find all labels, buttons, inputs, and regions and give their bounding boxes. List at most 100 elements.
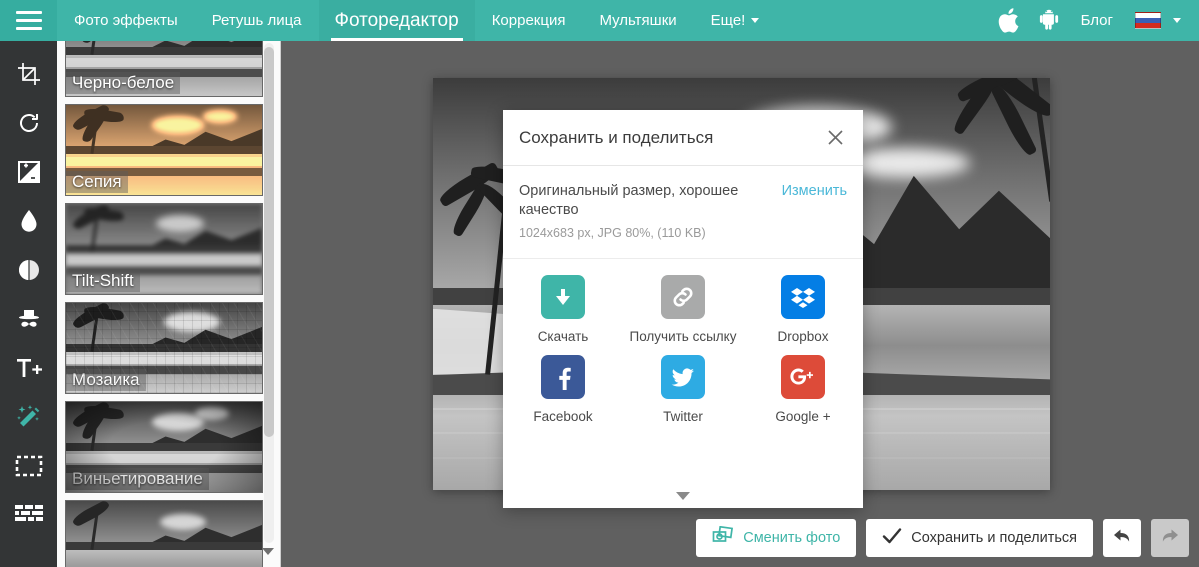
rotate-tool[interactable] — [0, 98, 57, 147]
undo-button[interactable] — [1103, 519, 1141, 557]
frame-icon — [15, 455, 43, 477]
palm-trunk — [90, 41, 99, 56]
share-label: Dropbox — [777, 329, 829, 344]
contrast-tool[interactable] — [0, 245, 57, 294]
nav-item-label: Фоторедактор — [334, 9, 459, 31]
filter-scroll-down-button[interactable] — [260, 543, 276, 559]
nav-item-cartoons[interactable]: Мультяшки — [582, 0, 693, 41]
hat-mustache-icon — [16, 307, 42, 331]
filter-preview — [66, 501, 262, 567]
nav-right-group: Блог — [991, 0, 1199, 41]
preview-cloud — [156, 214, 205, 232]
crop-icon — [17, 62, 41, 86]
chevron-down-icon — [751, 18, 760, 23]
droplet-icon — [18, 209, 40, 233]
top-navigation-bar: Фото эффекты Ретушь лица Фоторедактор Ко… — [0, 0, 1199, 41]
filter-item-sepia[interactable]: Сепия — [65, 104, 263, 196]
preview-cloud — [164, 312, 220, 332]
magic-wand-icon — [16, 404, 42, 430]
filter-panel-scrollbar[interactable] — [264, 43, 274, 543]
share-label: Facebook — [533, 409, 593, 424]
nav-item-face-retouch[interactable]: Ретушь лица — [195, 0, 319, 41]
share-facebook[interactable]: Facebook — [503, 355, 623, 425]
crop-tool[interactable] — [0, 49, 57, 98]
share-twitter[interactable]: Twitter — [623, 355, 743, 425]
photos-stack-icon — [712, 525, 734, 550]
scrollbar-thumb[interactable] — [264, 47, 274, 437]
share-label: Twitter — [663, 409, 703, 424]
blog-link[interactable]: Блог — [1071, 12, 1123, 29]
filter-label: Tilt-Shift — [66, 270, 140, 292]
nav-items: Фото эффекты Ретушь лица Фоторедактор Ко… — [57, 0, 776, 41]
change-size-link[interactable]: Изменить — [782, 182, 847, 199]
share-label: Получить ссылку — [629, 329, 737, 344]
effects-tool[interactable] — [0, 392, 57, 441]
check-icon — [882, 527, 902, 549]
exposure-icon — [17, 160, 41, 184]
preview-palm — [68, 501, 135, 561]
photo-palm-right — [890, 78, 1050, 235]
output-size-texts: Оригинальный размер, хорошее качество 10… — [519, 182, 782, 240]
chevron-down-icon — [1173, 18, 1181, 23]
change-photo-button[interactable]: Сменить фото — [696, 519, 857, 557]
nav-item-label: Мультяшки — [599, 12, 677, 29]
apple-icon[interactable] — [991, 0, 1027, 41]
share-dropbox[interactable]: Dropbox — [743, 275, 863, 345]
color-tool[interactable] — [0, 196, 57, 245]
hamburger-line — [15, 11, 42, 14]
filter-item-vignette[interactable]: Виньетирование — [65, 401, 263, 493]
android-icon[interactable] — [1031, 0, 1067, 41]
share-download[interactable]: Скачать — [503, 275, 623, 345]
textures-tool[interactable] — [0, 490, 57, 539]
filter-thumbnails-panel: Черно-белое Сепия Tilt-Shift Мозаика Вин… — [57, 41, 281, 567]
hamburger-line — [15, 19, 42, 22]
share-get-link[interactable]: Получить ссылку — [623, 275, 743, 345]
text-plus-icon — [15, 356, 43, 380]
save-and-share-button[interactable]: Сохранить и поделиться — [866, 519, 1093, 557]
chevron-down-icon — [262, 547, 274, 555]
filter-label: Сепия — [66, 171, 128, 193]
filter-item-next[interactable] — [65, 500, 263, 567]
share-options-grid: Скачать Получить ссылку Dropbox Facebook… — [503, 259, 863, 425]
language-selector[interactable] — [1127, 12, 1189, 29]
photo-editor-app: Фото эффекты Ретушь лица Фоторедактор Ко… — [0, 0, 1199, 567]
share-google-plus[interactable]: Google + — [743, 355, 863, 425]
redo-button[interactable] — [1151, 519, 1189, 557]
close-icon[interactable] — [821, 124, 849, 152]
nav-item-label: Фото эффекты — [74, 12, 178, 29]
dialog-header: Сохранить и поделиться — [503, 110, 863, 166]
filter-item-black-white[interactable]: Черно-белое — [65, 41, 263, 97]
google-plus-icon — [781, 355, 825, 399]
retouch-tool[interactable] — [0, 294, 57, 343]
frames-tool[interactable] — [0, 441, 57, 490]
facebook-icon — [541, 355, 585, 399]
text-tool[interactable] — [0, 343, 57, 392]
share-label: Google + — [775, 409, 831, 424]
nav-item-photo-editor[interactable]: Фоторедактор — [318, 0, 475, 41]
nav-item-photo-effects[interactable]: Фото эффекты — [57, 0, 195, 41]
nav-item-correction[interactable]: Коррекция — [475, 0, 583, 41]
filter-label: Виньетирование — [66, 468, 209, 490]
bottom-action-bar: Сменить фото Сохранить и поделиться — [696, 519, 1189, 557]
nav-item-more[interactable]: Еще! — [694, 0, 777, 41]
download-icon — [541, 275, 585, 319]
filter-item-tilt-shift[interactable]: Tilt-Shift — [65, 203, 263, 295]
brick-texture-icon — [14, 504, 43, 525]
filter-list: Черно-белое Сепия Tilt-Shift Мозаика Вин… — [65, 41, 263, 567]
nav-item-label: Ретушь лица — [211, 12, 302, 29]
redo-arrow-icon — [1160, 527, 1180, 550]
contrast-circle-icon — [17, 258, 41, 282]
undo-arrow-icon — [1112, 527, 1132, 550]
twitter-icon — [661, 355, 705, 399]
chevron-down-icon — [676, 492, 690, 500]
change-photo-label: Сменить фото — [743, 530, 841, 546]
left-tool-sidebar — [0, 41, 57, 567]
hamburger-menu-icon[interactable] — [0, 0, 57, 41]
share-label: Скачать — [537, 329, 589, 344]
exposure-tool[interactable] — [0, 147, 57, 196]
show-more-share-options[interactable] — [503, 492, 863, 500]
filter-item-mosaic[interactable]: Мозаика — [65, 302, 263, 394]
hamburger-line — [15, 27, 42, 30]
preview-palm — [68, 402, 135, 462]
russia-flag-icon — [1135, 12, 1161, 29]
